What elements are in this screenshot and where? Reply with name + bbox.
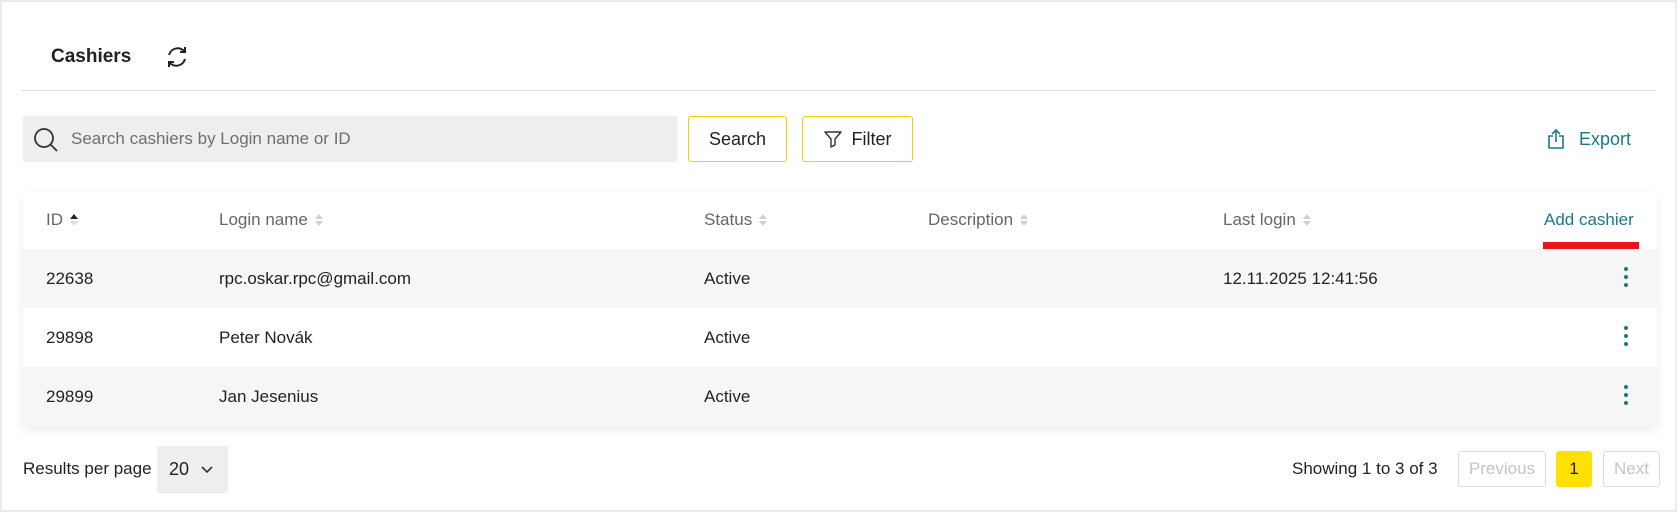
kebab-menu-icon[interactable] [1621, 326, 1631, 348]
cashiers-table: ID Login name Status Description Last lo… [23, 192, 1657, 426]
sort-icon [759, 214, 768, 226]
search-input[interactable] [71, 116, 661, 162]
table-row[interactable]: 22638 rpc.oskar.rpc@gmail.com Active 12.… [23, 249, 1657, 308]
search-button[interactable]: Search [688, 116, 787, 162]
column-header-description[interactable]: Description [928, 210, 1029, 230]
export-label: Export [1579, 128, 1632, 149]
cell-id: 22638 [46, 269, 94, 288]
filter-button-label: Filter [851, 128, 892, 149]
export-icon [1548, 129, 1564, 149]
filter-button[interactable]: Filter [802, 116, 913, 162]
results-per-page-label: Results per page [23, 459, 152, 478]
cell-status: Active [704, 269, 751, 288]
kebab-menu-icon[interactable] [1621, 385, 1631, 407]
column-header-login-name[interactable]: Login name [219, 210, 324, 230]
sort-icon [1020, 214, 1029, 226]
column-header-label: Login name [219, 210, 308, 229]
pagination-summary: Showing 1 to 3 of 3 [1292, 459, 1438, 478]
next-page-button[interactable]: Next [1603, 451, 1660, 487]
panel-header: Cashiers [22, 2, 1656, 91]
table-row[interactable]: 29899 Jan Jesenius Active [23, 367, 1657, 426]
export-button[interactable]: Export [1547, 126, 1631, 152]
column-header-last-login[interactable]: Last login [1223, 210, 1312, 230]
column-header-id[interactable]: ID [46, 210, 79, 230]
cell-id: 29899 [46, 387, 94, 406]
refresh-icon[interactable] [163, 43, 191, 71]
add-cashier-link[interactable]: Add cashier [1544, 210, 1634, 230]
cell-status: Active [704, 387, 751, 406]
cell-login-name: Jan Jesenius [219, 387, 319, 406]
cell-login-name: Peter Novák [219, 328, 313, 347]
page-1-button[interactable]: 1 [1556, 451, 1592, 487]
cell-last-login: 12.11.2025 12:41:56 [1223, 269, 1378, 288]
cell-login-name: rpc.oskar.rpc@gmail.com [219, 269, 412, 288]
table-row[interactable]: 29898 Peter Novák Active [23, 308, 1657, 367]
filter-icon [823, 131, 842, 148]
column-header-label: Last login [1223, 210, 1296, 229]
previous-page-button[interactable]: Previous [1458, 451, 1546, 487]
sort-ascending-icon [70, 214, 78, 226]
cell-id: 29898 [46, 328, 94, 347]
page-title: Cashiers [51, 46, 132, 67]
table-header: ID Login name Status Description Last lo… [23, 192, 1657, 251]
cashiers-panel: Cashiers Search Filter Export [2, 2, 1675, 510]
search-icon [34, 128, 58, 152]
column-header-status[interactable]: Status [704, 210, 768, 230]
search-box [23, 116, 677, 162]
sort-icon [1302, 214, 1311, 226]
cell-status: Active [704, 328, 751, 347]
sort-icon [314, 214, 323, 226]
column-header-label: ID [46, 210, 63, 229]
results-per-page-value: 20 [169, 459, 190, 479]
results-per-page-select[interactable]: 20 [157, 446, 228, 493]
chevron-down-icon [201, 465, 213, 473]
column-header-label: Status [704, 210, 753, 229]
kebab-menu-icon[interactable] [1621, 267, 1631, 289]
column-header-label: Description [928, 210, 1014, 229]
